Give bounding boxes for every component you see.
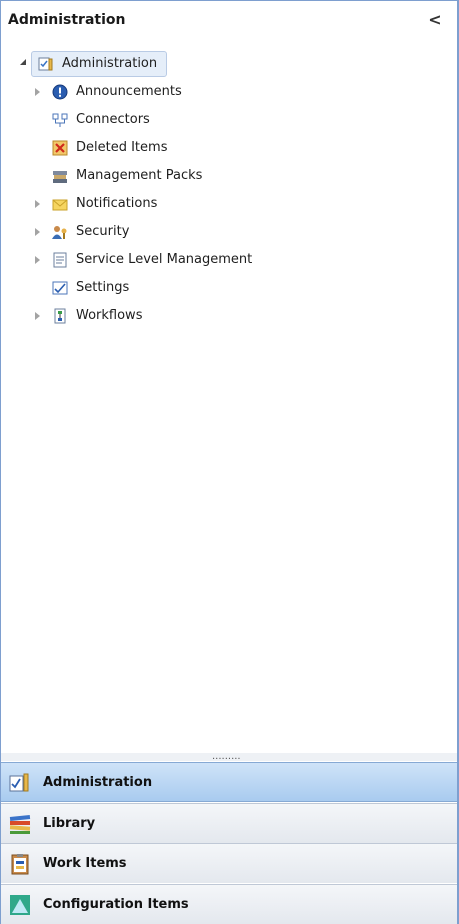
tree-item-connectors[interactable]: Connectors <box>76 112 150 127</box>
tree-item-announcements[interactable]: Announcements <box>76 84 182 99</box>
security-icon <box>52 226 67 239</box>
nav-label-administration: Administration <box>43 775 153 790</box>
tree-item-notifications[interactable]: Notifications <box>76 196 157 211</box>
expand-arrow-icon[interactable] <box>35 228 40 236</box>
nav-button-work-items[interactable]: Work Items <box>1 843 457 883</box>
pane-splitter[interactable]: ......... <box>1 752 457 762</box>
tree-item-settings[interactable]: Settings <box>76 280 129 295</box>
collapse-pane-button[interactable]: < <box>426 10 444 30</box>
nav-label-library: Library <box>43 816 96 831</box>
deleted-items-icon <box>52 140 68 156</box>
expand-arrow-icon[interactable] <box>35 312 40 320</box>
connectors-icon <box>52 113 68 127</box>
service-level-icon <box>53 252 67 268</box>
pane-title: Administration <box>8 12 126 28</box>
navigation-pane: Administration < Administration Announce… <box>0 0 459 924</box>
expand-arrow-icon[interactable] <box>35 88 40 96</box>
expand-arrow-icon[interactable] <box>35 256 40 264</box>
tree-item-administration[interactable]: Administration <box>62 56 157 71</box>
tree-item-management-packs[interactable]: Management Packs <box>76 168 202 183</box>
nav-button-administration[interactable]: Administration <box>1 762 457 802</box>
notifications-icon <box>52 199 68 211</box>
expand-arrow-icon[interactable] <box>35 200 40 208</box>
nav-label-work-items: Work Items <box>43 856 127 871</box>
management-packs-icon <box>53 171 67 183</box>
tree-item-workflows[interactable]: Workflows <box>76 308 142 323</box>
configuration-items-icon <box>10 895 30 915</box>
nav-label-configuration-items: Configuration Items <box>43 897 189 912</box>
workflows-icon <box>54 308 66 324</box>
pane-header: Administration < <box>1 1 457 41</box>
work-items-icon <box>11 854 29 875</box>
settings-icon <box>52 281 68 295</box>
tree-item-security[interactable]: Security <box>76 224 129 239</box>
expand-arrow-icon[interactable] <box>20 59 26 65</box>
splitter-grip[interactable]: ......... <box>212 752 241 762</box>
administration-icon <box>38 57 53 71</box>
nav-button-configuration-items[interactable]: Configuration Items <box>1 884 457 924</box>
nav-button-library[interactable]: Library <box>1 803 457 843</box>
library-icon <box>9 814 31 834</box>
tree-item-deleted-items[interactable]: Deleted Items <box>76 140 167 155</box>
administration-nav-icon <box>9 773 29 792</box>
tree-item-service-level-management[interactable]: Service Level Management <box>76 252 252 267</box>
announcements-icon <box>52 84 68 100</box>
